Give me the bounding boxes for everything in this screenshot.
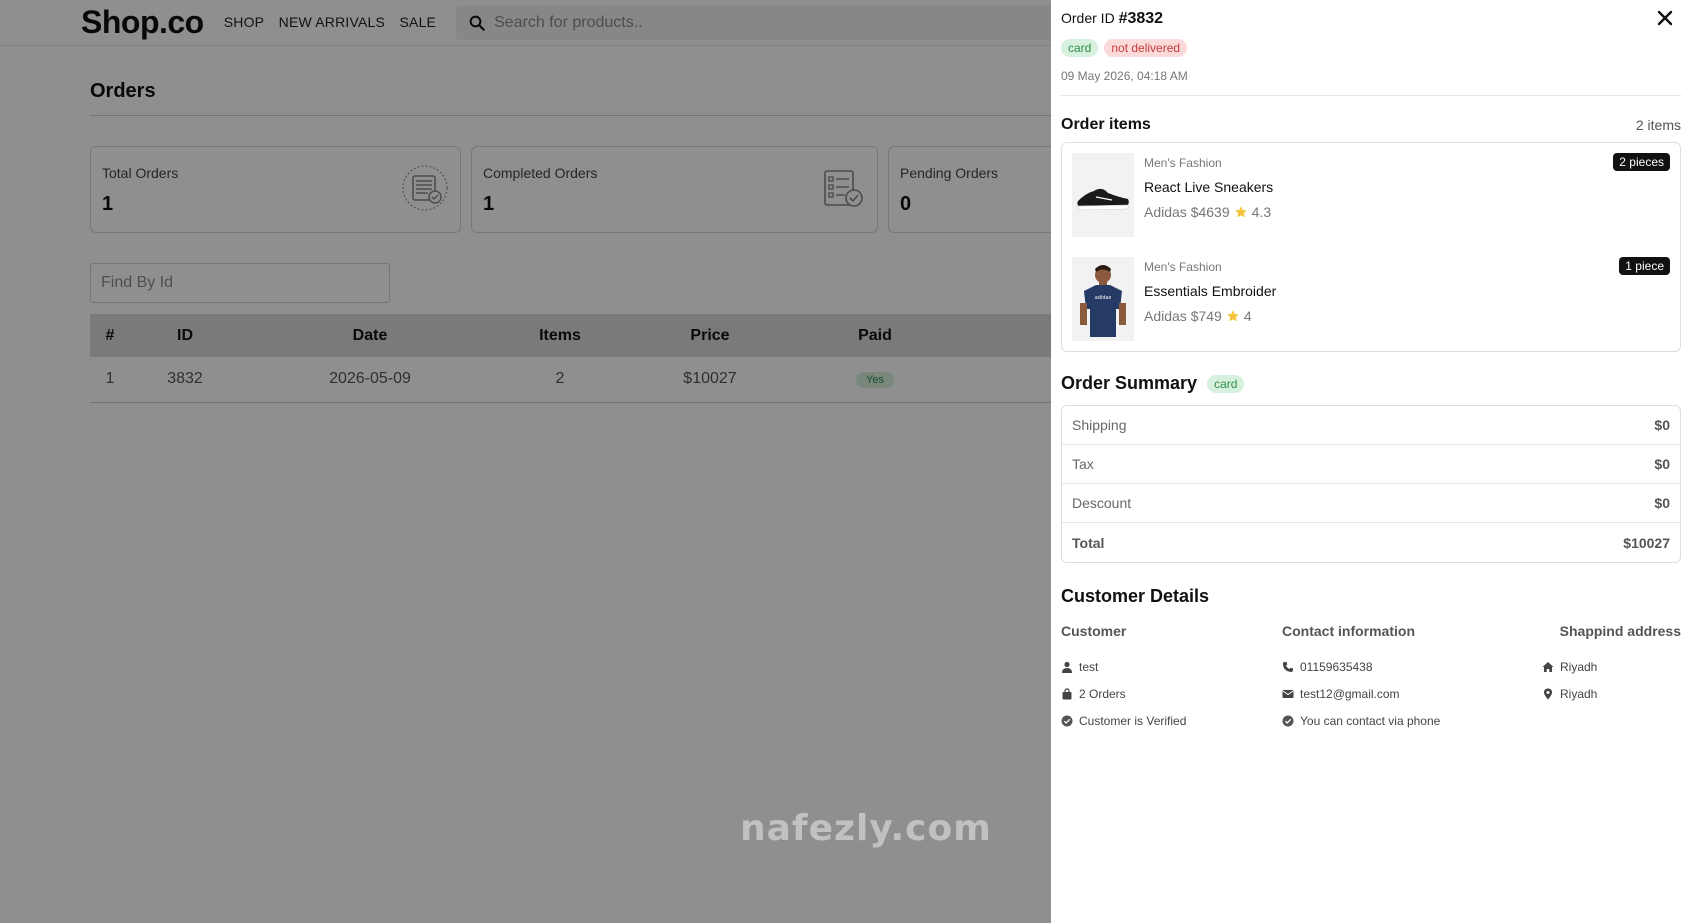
order-detail-drawer: Order ID #3832 card not delivered 09 May… [1051, 0, 1687, 923]
product-image-tshirt[interactable]: adidas [1072, 257, 1134, 341]
delivery-status-badge: not delivered [1104, 39, 1188, 57]
order-items-heading: Order items 2 items [1061, 116, 1681, 134]
summary-value: $0 [1654, 417, 1670, 433]
phone-icon [1283, 661, 1293, 672]
shipping-location-text: Riyadh [1560, 686, 1598, 701]
contact-heading: Contact information [1282, 623, 1415, 639]
item-rating: 4.3 [1251, 204, 1272, 220]
shipping-address-heading: Shappind address [1559, 623, 1681, 639]
list-item[interactable]: adidas Men's Fashion Essentials Embroide… [1072, 257, 1670, 341]
item-meta: Adidas $749 4 [1144, 308, 1276, 324]
close-icon[interactable] [1655, 8, 1675, 28]
summary-discount: Descount $0 [1062, 484, 1680, 523]
list-item[interactable]: Men's Fashion React Live Sneakers Adidas… [1072, 153, 1670, 237]
summary-total: Total $10027 [1062, 523, 1680, 562]
order-summary-box: Shipping $0 Tax $0 Descount $0 Total $10… [1061, 405, 1681, 563]
check-circle-icon [1061, 715, 1073, 726]
home-icon [1542, 661, 1554, 672]
contact-email-text: test12@gmail.com [1300, 686, 1400, 701]
watermark: nafezly.com [740, 808, 992, 849]
product-image-sneakers[interactable] [1072, 153, 1134, 237]
item-category: Men's Fashion [1144, 260, 1222, 274]
customer-details-title: Customer Details [1061, 586, 1210, 606]
item-name[interactable]: Essentials Embroider [1144, 283, 1276, 299]
order-items-count: 2 items [1635, 117, 1681, 133]
customer-heading: Customer [1061, 623, 1127, 639]
drawer-header: Order ID #3832 card not delivered 09 May… [1061, 0, 1681, 96]
svg-text:adidas: adidas [1095, 295, 1112, 301]
item-info: Men's Fashion React Live Sneakers Adidas… [1144, 153, 1273, 237]
item-brand-price: Adidas $749 [1144, 308, 1222, 324]
summary-value: $0 [1654, 495, 1670, 511]
customer-verified: Customer is Verified [1061, 707, 1282, 734]
item-pieces-badge: 1 piece [1619, 257, 1670, 275]
shipping-city-text: Riyadh [1560, 659, 1598, 674]
check-circle-icon [1282, 715, 1294, 726]
customer-name-text: test [1079, 659, 1099, 674]
item-brand-price: Adidas $4639 [1144, 204, 1230, 220]
star-icon [1234, 206, 1247, 218]
item-info: Men's Fashion Essentials Embroider Adida… [1144, 257, 1276, 341]
summary-label: Total [1072, 534, 1105, 551]
sneaker-icon [1072, 153, 1134, 237]
order-id-value: #3832 [1118, 10, 1164, 27]
envelope-icon [1282, 689, 1294, 698]
map-pin-icon [1544, 688, 1552, 699]
contact-note-text: You can contact via phone [1300, 713, 1441, 728]
item-meta: Adidas $4639 4.3 [1144, 204, 1273, 220]
item-category: Men's Fashion [1144, 156, 1222, 170]
summary-value: $10027 [1623, 534, 1670, 551]
contact-note: You can contact via phone [1282, 707, 1522, 734]
star-icon [1227, 310, 1239, 322]
order-summary-title: Order Summary [1061, 373, 1198, 393]
contact-phone-text: 01159635438 [1300, 659, 1373, 674]
item-name[interactable]: React Live Sneakers [1144, 179, 1273, 195]
summary-value: $0 [1654, 456, 1670, 472]
order-items-title: Order items [1061, 116, 1151, 133]
summary-label: Descount [1072, 495, 1132, 511]
order-items-list: Men's Fashion React Live Sneakers Adidas… [1061, 142, 1681, 352]
shipping-address-column: Shappind address Riyadh Riyadh [1522, 623, 1681, 734]
summary-label: Tax [1072, 456, 1094, 472]
payment-badge: card [1061, 39, 1099, 57]
shopping-bag-icon [1062, 687, 1072, 699]
item-rating: 4 [1243, 308, 1252, 324]
shipping-location: Riyadh [1522, 680, 1681, 707]
contact-email[interactable]: test12@gmail.com [1282, 680, 1522, 707]
tshirt-model-icon: adidas [1072, 257, 1134, 341]
item-pieces-badge: 2 pieces [1613, 153, 1670, 171]
summary-payment-badge: card [1207, 374, 1245, 393]
order-id-label: Order ID [1061, 10, 1115, 26]
order-summary-heading: Order Summary card [1061, 373, 1681, 394]
summary-label: Shipping [1072, 417, 1127, 433]
contact-column: Contact information 01159635438 test12@g… [1282, 623, 1522, 734]
shipping-city: Riyadh [1522, 653, 1681, 680]
user-icon [1062, 661, 1072, 673]
customer-details-grid: Customer test 2 Orders Customer is Verif… [1061, 623, 1681, 734]
contact-phone[interactable]: 01159635438 [1282, 653, 1522, 680]
order-badges: card not delivered [1061, 39, 1681, 57]
customer-name: test [1061, 653, 1282, 680]
customer-orders: 2 Orders [1061, 680, 1282, 707]
customer-column: Customer test 2 Orders Customer is Verif… [1061, 623, 1282, 734]
summary-shipping: Shipping $0 [1062, 406, 1680, 445]
customer-orders-text: 2 Orders [1079, 686, 1126, 701]
summary-tax: Tax $0 [1062, 445, 1680, 484]
customer-verified-text: Customer is Verified [1079, 713, 1187, 728]
order-date: 09 May 2026, 04:18 AM [1061, 69, 1681, 96]
order-id-line: Order ID #3832 [1061, 10, 1681, 28]
